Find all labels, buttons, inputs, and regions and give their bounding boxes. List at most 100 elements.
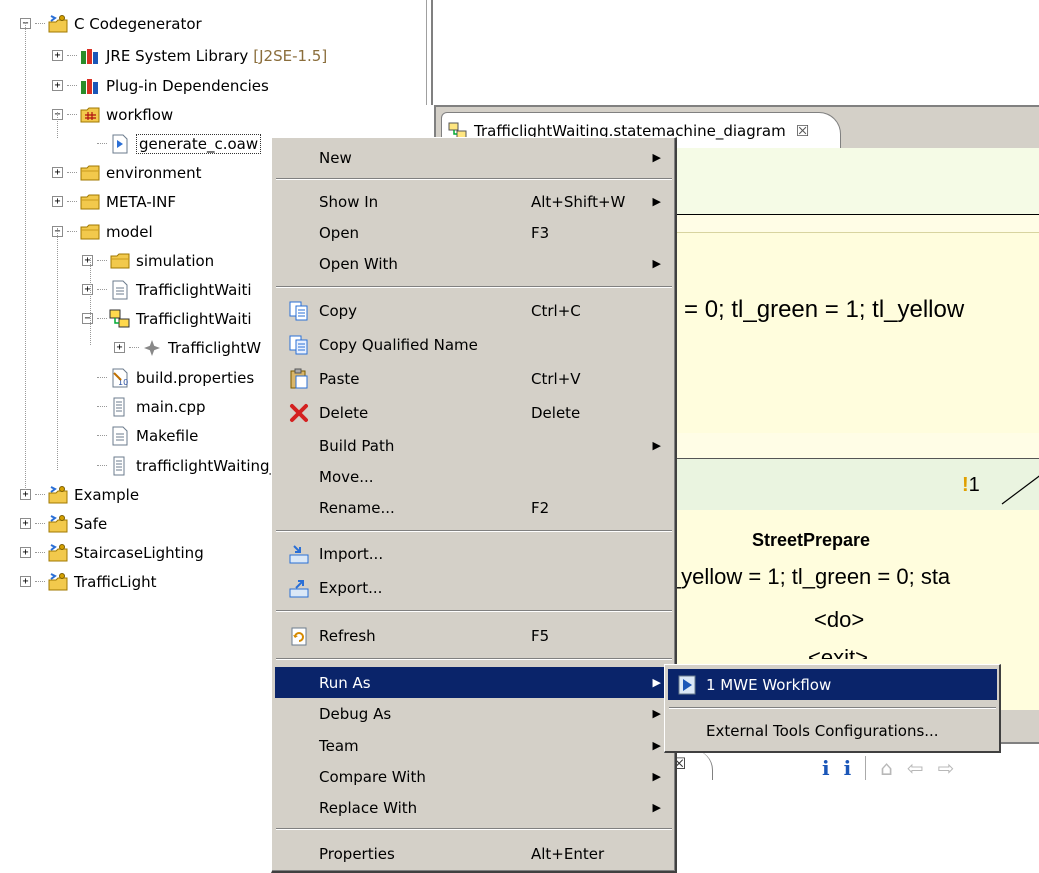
expand-icon[interactable]: + [52, 50, 63, 61]
menu-item-properties[interactable]: Properties Alt+Enter [275, 838, 673, 869]
tree-item[interactable]: + simulation [82, 247, 214, 274]
menu-item-shortcut: Ctrl+C [531, 301, 581, 320]
menu-item-show-in[interactable]: Show In Alt+Shift+W ▶ [275, 186, 673, 217]
expand-icon[interactable]: + [82, 284, 93, 295]
tree-connector-line [35, 552, 45, 553]
tree-item[interactable]: − C Codegenerator [20, 10, 202, 37]
menu-item-debug-as[interactable]: Debug As ▶ [275, 698, 673, 729]
info-icon[interactable]: i [822, 756, 830, 780]
submenu-item-mwe-workflow[interactable]: 1 MWE Workflow [668, 669, 997, 700]
tree-connector-line [97, 289, 107, 290]
menu-item-open-with[interactable]: Open With ▶ [275, 248, 673, 279]
tree-item[interactable]: Makefile [82, 422, 198, 449]
menu-item-build-path[interactable]: Build Path ▶ [275, 430, 673, 461]
context-menu: New ▶ Show In Alt+Shift+W ▶ Open F3 Open With ▶ C… [271, 137, 677, 873]
expand-icon[interactable]: + [52, 80, 63, 91]
menu-item-move[interactable]: Move... [275, 461, 673, 492]
menu-item-replace-with[interactable]: Replace With ▶ [275, 792, 673, 823]
tab-close-icon[interactable]: ☒ [796, 122, 809, 140]
tree-connector-line [97, 143, 107, 144]
menu-item-open[interactable]: Open F3 [275, 217, 673, 248]
tree-item[interactable]: + TrafficlightW [114, 334, 261, 361]
expand-icon[interactable]: + [82, 255, 93, 266]
tree-connector-line [97, 406, 107, 407]
expand-icon[interactable]: + [52, 196, 63, 207]
tree-item[interactable]: + TrafficlightWaiti [82, 276, 252, 303]
menu-separator [276, 610, 672, 612]
tree-item[interactable]: + Example [20, 481, 139, 508]
tree-item[interactable]: − model [52, 218, 153, 245]
menu-item-refresh[interactable]: Refresh F5 [275, 620, 673, 651]
java-project-icon [47, 485, 69, 505]
tree-item-label: trafficlightWaiting_t [136, 456, 283, 475]
tree-connector-line [67, 172, 77, 173]
menu-item-delete[interactable]: Delete Delete [275, 397, 673, 428]
tree-item-label: main.cpp [136, 397, 206, 416]
tree-item[interactable]: − TrafficlightWaiti [82, 305, 252, 332]
view-divider[interactable] [426, 0, 433, 105]
tree-item-label: Plug-in Dependencies [106, 76, 269, 95]
tree-item[interactable]: + TrafficLight [20, 568, 157, 595]
menu-item-team[interactable]: Team ▶ [275, 730, 673, 761]
menu-item-export[interactable]: Export... [275, 572, 673, 603]
tree-item[interactable]: + JRE System Library [J2SE-1.5] [52, 42, 327, 69]
submenu-item-label: 1 MWE Workflow [706, 675, 832, 694]
tree-item[interactable]: + META-INF [52, 188, 176, 215]
tree-guide-line [25, 22, 26, 490]
submenu-arrow-icon: ▶ [652, 195, 661, 208]
menu-item-paste[interactable]: Paste Ctrl+V [275, 363, 673, 394]
menu-item-import[interactable]: Import... [275, 538, 673, 569]
menu-item-shortcut: Alt+Shift+W [531, 192, 626, 211]
collapse-icon[interactable]: − [82, 313, 93, 324]
tree-item-label: model [106, 222, 153, 241]
expand-icon[interactable]: + [52, 167, 63, 178]
expand-icon[interactable]: + [20, 547, 31, 558]
expand-icon[interactable]: + [20, 518, 31, 529]
menu-item-new[interactable]: New ▶ [275, 142, 673, 173]
expand-icon[interactable]: + [20, 489, 31, 500]
warning-marker[interactable]: !1 [962, 474, 980, 497]
submenu-item-external-tools-configurations[interactable]: External Tools Configurations... [668, 715, 997, 746]
menu-separator [276, 828, 672, 830]
tree-item[interactable]: + Safe [20, 510, 107, 537]
tree-connector-line [67, 85, 77, 86]
delete-icon [287, 402, 311, 424]
menu-item-rename[interactable]: Rename... F2 [275, 492, 673, 523]
menu-item-label: New [319, 148, 352, 167]
menu-item-label: Team [319, 736, 359, 755]
tree-item[interactable]: generate_c.oaw [82, 130, 262, 157]
tree-item[interactable]: + StaircaseLighting [20, 539, 204, 566]
tree-item[interactable]: + Plug-in Dependencies [52, 72, 269, 99]
menu-item-copy-qualified-name[interactable]: Copy Qualified Name [275, 329, 673, 360]
home-icon[interactable]: ⌂ [880, 756, 893, 780]
state-2-text: l_yellow = 1; tl_green = 0; sta [664, 564, 951, 589]
menu-separator [276, 658, 672, 660]
refresh-icon [287, 625, 311, 647]
mwe-workflow-icon [676, 674, 698, 696]
menu-item-copy[interactable]: Copy Ctrl+C [275, 295, 673, 326]
submenu-arrow-icon: ▶ [652, 801, 661, 814]
expand-icon[interactable]: + [20, 576, 31, 587]
tree-connector [82, 460, 93, 471]
tree-connector-line [97, 435, 107, 436]
tree-item[interactable]: 10 build.properties [82, 364, 254, 391]
forward-arrow-icon[interactable]: ⇨ [938, 756, 955, 780]
menu-item-label: Open [319, 223, 360, 242]
expand-icon[interactable]: + [114, 342, 125, 353]
menu-item-label: Refresh [319, 626, 376, 645]
statemachine-diagram-icon [109, 309, 131, 329]
back-arrow-icon[interactable]: ⇦ [907, 756, 924, 780]
tree-item[interactable]: trafficlightWaiting_t [82, 452, 283, 479]
tree-item[interactable]: main.cpp [82, 393, 206, 420]
menu-item-compare-with[interactable]: Compare With ▶ [275, 761, 673, 792]
tree-item-label: simulation [136, 251, 215, 270]
submenu-arrow-icon: ▶ [652, 707, 661, 720]
tree-connector-line [35, 23, 45, 24]
info-icon[interactable]: i [844, 756, 852, 780]
menu-item-run-as[interactable]: Run As ▶ [275, 667, 673, 698]
menu-item-shortcut: Ctrl+V [531, 369, 581, 388]
tree-item[interactable]: − workflow [52, 101, 173, 128]
package-folder-icon [79, 105, 101, 125]
export-icon [287, 577, 311, 599]
tree-item[interactable]: + environment [52, 159, 202, 186]
